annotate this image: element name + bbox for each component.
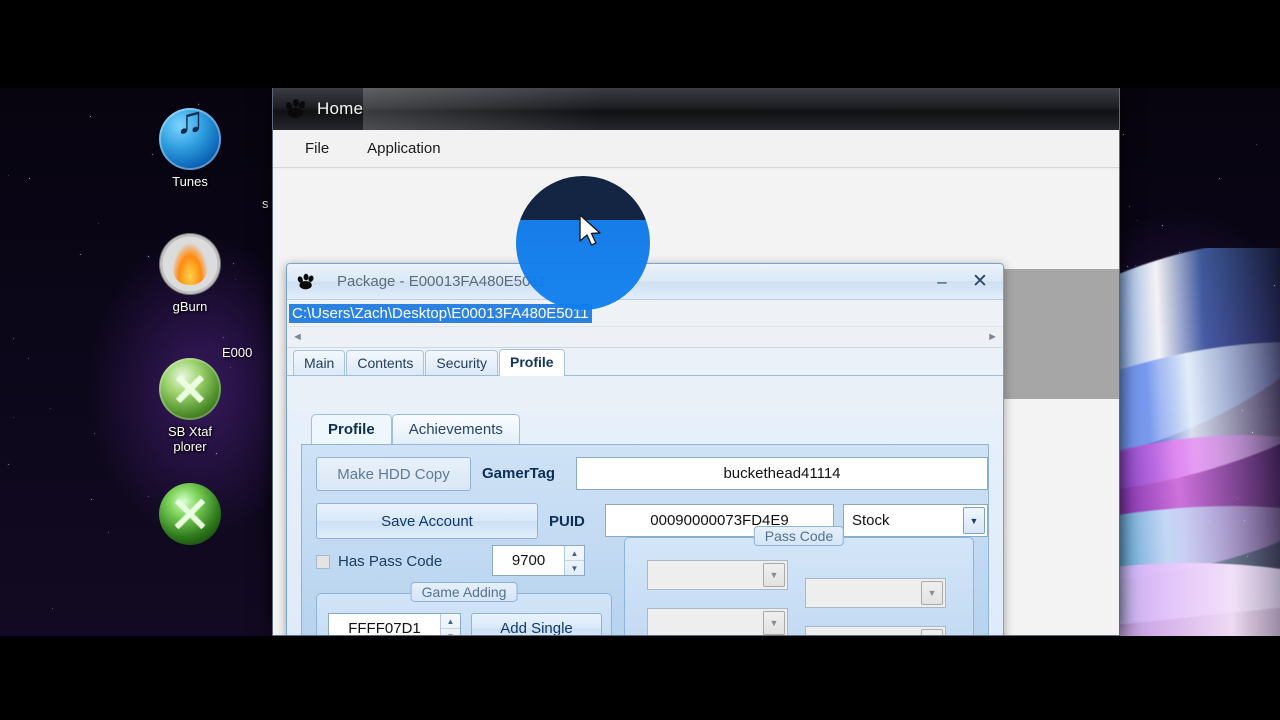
pass-code-slot-2[interactable]: ▼: [805, 578, 946, 608]
stepper-up-icon[interactable]: ▲: [565, 546, 584, 561]
pass-code-slot-1-value: [648, 561, 761, 589]
stepper-down-icon[interactable]: ▼: [441, 629, 460, 636]
scroll-right-arrow-icon[interactable]: ►: [987, 331, 998, 343]
desktop-icon-itunes[interactable]: Tunes: [142, 108, 238, 189]
package-window-title: Package - E00013FA480E5011: [337, 273, 547, 290]
pass-code-slot-2-value: [806, 579, 919, 607]
pass-code-slot-3[interactable]: ▼: [647, 608, 788, 635]
game-id-value: FFFF07D1: [348, 620, 421, 636]
home-menubar: File Application: [273, 130, 1119, 168]
screen: Tunes gBurn SB Xtaf plorer E000 s Home: [0, 0, 1280, 720]
chevron-down-icon[interactable]: ▼: [763, 611, 785, 635]
gamertag-label: GamerTag: [482, 465, 556, 482]
desktop-secondary-label: s: [262, 196, 269, 211]
itunes-icon: [159, 108, 221, 170]
chevron-down-icon[interactable]: ▼: [963, 507, 985, 534]
imgburn-icon: [159, 233, 221, 295]
tab-contents[interactable]: Contents: [346, 350, 425, 376]
pass-code-group-label: Pass Code: [753, 526, 845, 546]
save-account-button[interactable]: Save Account: [316, 503, 538, 539]
chevron-down-icon[interactable]: ▼: [921, 629, 943, 635]
puid-label: PUID: [549, 513, 585, 530]
chevron-down-icon[interactable]: ▼: [921, 581, 943, 605]
checkbox-box-icon: [316, 554, 330, 569]
pass-code-slot-3-value: [648, 609, 761, 635]
desktop-icon-imgburn[interactable]: gBurn: [142, 233, 238, 314]
has-pass-code-checkbox[interactable]: Has Pass Code: [316, 553, 442, 570]
outer-tab-strip: Main Contents Security Profile: [287, 348, 1003, 376]
inner-tab-strip: Profile Achievements: [287, 412, 1003, 444]
has-pass-code-label: Has Pass Code: [338, 553, 443, 570]
profile-form: Make HDD Copy GamerTag buckethead41114 S…: [301, 444, 989, 636]
package-path-row[interactable]: C:\Users\Zach\Desktop\E00013FA480E5011: [287, 300, 1003, 326]
desktop-icon-xbox-tool[interactable]: [142, 483, 238, 549]
pass-code-slot-1[interactable]: ▼: [647, 560, 788, 590]
paw-print-icon: [296, 273, 315, 289]
horizontal-scrollbar[interactable]: ◄ ►: [287, 326, 1003, 348]
desktop-icon-label: SB Xtaf plorer: [167, 424, 213, 454]
stepper-up-icon[interactable]: ▲: [441, 614, 460, 629]
pass-code-number-value: 9700: [511, 552, 546, 569]
tab-profile[interactable]: Profile: [498, 349, 565, 376]
menu-item-file[interactable]: File: [291, 135, 343, 162]
xbox-icon: [159, 483, 221, 545]
tab-profile-inner[interactable]: Profile: [311, 414, 392, 444]
tab-main[interactable]: Main: [293, 350, 346, 376]
stepper-down-icon[interactable]: ▼: [565, 561, 584, 575]
pass-code-group: Pass Code ▼ ▼ ▼: [624, 526, 974, 635]
home-window-title: Home: [317, 99, 364, 118]
desktop-icon-label: gBurn: [172, 299, 208, 314]
desktop-icon-label: Tunes: [172, 174, 208, 189]
xbox-usb-xtaf-icon: [159, 358, 221, 420]
stepper-arrows[interactable]: ▲ ▼: [440, 614, 460, 636]
mdi-grey-panel: [989, 269, 1119, 399]
package-path-text[interactable]: C:\Users\Zach\Desktop\E00013FA480E5011: [289, 303, 592, 323]
desktop-file-label: E000: [222, 345, 253, 360]
pass-code-slot-4-value: [806, 627, 919, 635]
tab-security[interactable]: Security: [425, 350, 498, 376]
close-button[interactable]: ✕: [961, 269, 999, 295]
video-frame: Tunes gBurn SB Xtaf plorer E000 s Home: [0, 88, 1280, 636]
gamertag-input[interactable]: buckethead41114: [576, 457, 988, 490]
console-type-value: Stock: [852, 512, 890, 529]
package-window: Package - E00013FA480E5011 – ✕ C:\Users\…: [286, 263, 1004, 636]
tab-achievements[interactable]: Achievements: [391, 414, 520, 444]
add-single-button[interactable]: Add Single: [471, 613, 602, 635]
console-type-dropdown[interactable]: Stock ▼: [843, 504, 988, 537]
stepper-arrows[interactable]: ▲ ▼: [564, 546, 584, 575]
titlebar-glow: [363, 88, 603, 130]
chevron-down-icon[interactable]: ▼: [763, 563, 785, 587]
mdi-client-area: Package - E00013FA480E5011 – ✕ C:\Users\…: [273, 169, 1119, 635]
desktop-icon-usb-xtaf-explorer[interactable]: SB Xtaf plorer: [142, 358, 238, 454]
make-hdd-copy-button[interactable]: Make HDD Copy: [316, 457, 471, 491]
home-titlebar[interactable]: Home: [273, 88, 1119, 130]
profile-tab-panel: Profile Achievements Make HDD Copy Gamer…: [287, 412, 1003, 636]
pass-code-number-stepper[interactable]: 9700 ▲ ▼: [492, 545, 585, 576]
scroll-left-arrow-icon[interactable]: ◄: [292, 331, 303, 343]
menu-item-application[interactable]: Application: [353, 135, 454, 162]
game-adding-group-label: Game Adding: [410, 582, 518, 602]
pass-code-slot-4[interactable]: ▼: [805, 626, 946, 635]
game-id-stepper[interactable]: FFFF07D1 ▲ ▼: [328, 613, 461, 636]
package-titlebar[interactable]: Package - E00013FA480E5011 – ✕: [287, 264, 1003, 300]
game-adding-group: Game Adding FFFF07D1 ▲ ▼ Add Single Mu: [316, 582, 612, 636]
home-window: Home File Application Package - E00013FA…: [272, 88, 1120, 636]
paw-print-icon: [284, 99, 307, 119]
minimize-button[interactable]: –: [923, 269, 961, 295]
